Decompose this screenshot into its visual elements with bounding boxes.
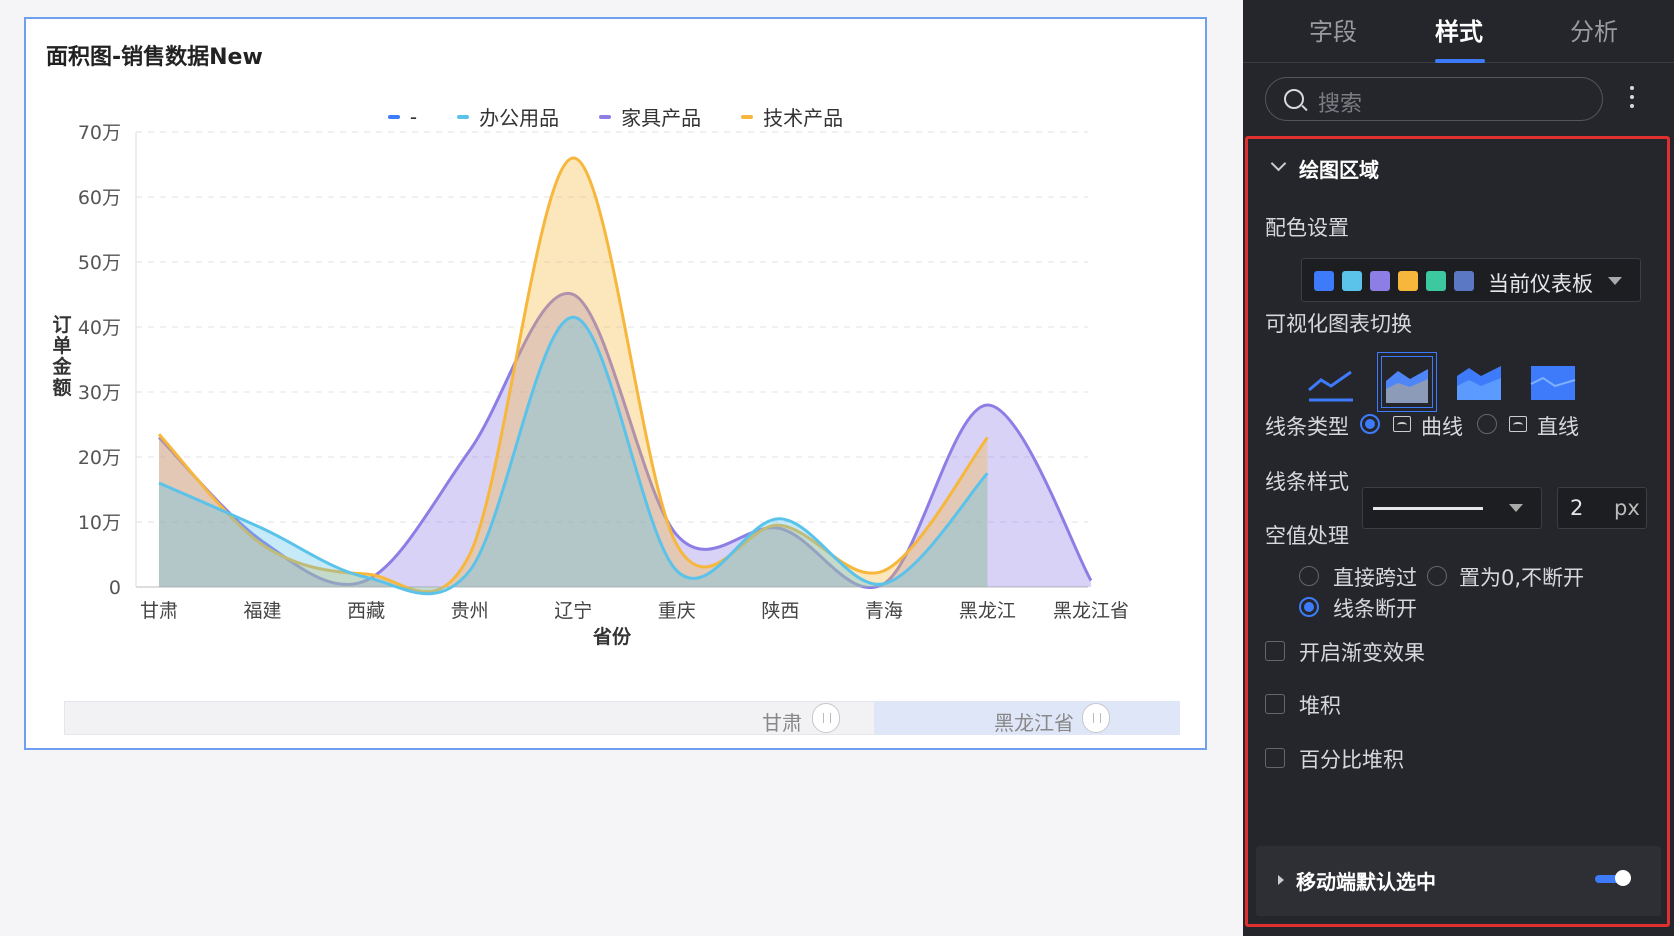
- palette-chip: [1398, 271, 1418, 291]
- section-title[interactable]: 绘图区域: [1299, 154, 1379, 183]
- y-tick-label: 30万: [78, 382, 121, 404]
- palette-name: 当前仪表板: [1488, 272, 1593, 296]
- x-tick-label: 贵州: [451, 600, 489, 622]
- null-break-radio[interactable]: [1299, 597, 1319, 617]
- range-end-label: 黑龙江省: [994, 711, 1074, 735]
- chevron-down-icon[interactable]: [1270, 155, 1287, 172]
- search-input[interactable]: 搜索: [1265, 77, 1603, 121]
- search-placeholder: 搜索: [1318, 92, 1363, 117]
- y-axis-title-char: 订: [52, 314, 71, 336]
- x-tick-label: 辽宁: [554, 600, 592, 622]
- null-break-label: 线条断开: [1333, 597, 1417, 621]
- dropdown-arrow-icon: [1608, 277, 1622, 285]
- x-tick-label: 福建: [244, 600, 282, 622]
- mobile-default-label: 移动端默认选中: [1296, 870, 1436, 894]
- gradient-label: 开启渐变效果: [1299, 641, 1425, 665]
- x-tick-label: 黑龙江: [959, 600, 1016, 622]
- panel-tabs: 字段 样式 分析: [1243, 0, 1674, 63]
- search-icon: [1284, 89, 1304, 109]
- y-tick-label: 60万: [78, 187, 121, 209]
- y-tick-label: 0: [109, 577, 121, 599]
- area-chart: 0 10万 20万 30万 40万 50万 60万 70万甘肃 福建 西藏 贵州 辽宁 重庆 陕西 青海 黑龙…: [51, 122, 1129, 648]
- tab-style[interactable]: 样式: [1435, 12, 1483, 47]
- percent-stack-label: 百分比堆积: [1299, 748, 1404, 772]
- dropdown-arrow-icon: [1509, 504, 1523, 512]
- stack-checkbox[interactable]: [1265, 694, 1285, 714]
- settings-panel: 字段 样式 分析 搜索 绘图区域 配色设置 当前仪表板 可视化图表切换 线条类型…: [1243, 0, 1674, 936]
- curve-label: 曲线: [1421, 415, 1463, 439]
- straight-line-icon: [1509, 416, 1527, 432]
- chart-card[interactable]: 面积图-销售数据New - 办公用品 家具产品 技术产品 0 10万 20万 30万 4…: [24, 17, 1207, 750]
- y-tick-label: 50万: [78, 252, 121, 274]
- mobile-default-row[interactable]: 移动端默认选中: [1256, 846, 1661, 916]
- straight-label: 直线: [1537, 415, 1579, 439]
- null-skip-label: 直接跨过: [1333, 566, 1417, 590]
- x-tick-label: 西藏: [347, 600, 385, 622]
- x-tick-label: 重庆: [658, 600, 696, 622]
- y-tick-label: 70万: [78, 122, 121, 144]
- x-tick-label: 黑龙江省: [1053, 600, 1129, 622]
- palette-chip: [1454, 271, 1474, 291]
- stacked-area-chart-icon[interactable]: [1453, 356, 1505, 408]
- null-zero-radio[interactable]: [1427, 566, 1447, 586]
- palette-select[interactable]: 当前仪表板: [1301, 258, 1641, 302]
- curve-radio[interactable]: [1360, 414, 1380, 434]
- y-tick-label: 20万: [78, 447, 121, 469]
- range-start-handle[interactable]: [812, 703, 840, 733]
- x-axis-title: 省份: [592, 625, 632, 648]
- x-tick-label: 甘肃: [140, 600, 178, 622]
- line-style-select[interactable]: [1362, 487, 1542, 529]
- line-width-unit: px: [1614, 496, 1640, 520]
- straight-radio[interactable]: [1477, 414, 1497, 434]
- active-tab-indicator: [1435, 59, 1485, 63]
- palette-chip: [1426, 271, 1446, 291]
- y-axis-title-char: 单: [52, 334, 71, 357]
- null-skip-radio[interactable]: [1299, 566, 1319, 586]
- null-handling-label: 空值处理: [1265, 524, 1349, 548]
- y-tick-label: 10万: [78, 512, 121, 534]
- palette-chip: [1314, 271, 1334, 291]
- color-settings-label: 配色设置: [1265, 216, 1349, 240]
- palette-chip: [1342, 271, 1362, 291]
- tab-fields[interactable]: 字段: [1309, 12, 1357, 47]
- x-tick-label: 青海: [865, 600, 903, 622]
- range-start-label: 甘肃: [762, 711, 802, 735]
- y-tick-label: 40万: [78, 317, 121, 339]
- y-axis-title-char: 额: [52, 376, 71, 399]
- caret-right-icon: [1278, 875, 1284, 885]
- line-width-input[interactable]: 2 px: [1557, 487, 1647, 529]
- line-chart-icon[interactable]: [1305, 356, 1357, 408]
- range-end-handle[interactable]: [1082, 703, 1110, 733]
- curve-line-icon: [1393, 416, 1411, 432]
- null-zero-label: 置为0,不断开: [1459, 566, 1585, 590]
- stack-label: 堆积: [1299, 694, 1341, 718]
- tab-analysis[interactable]: 分析: [1570, 12, 1618, 47]
- percent-stack-checkbox[interactable]: [1265, 748, 1285, 768]
- more-options-icon[interactable]: [1629, 86, 1635, 112]
- mobile-default-toggle[interactable]: [1595, 870, 1631, 888]
- x-tick-label: 陕西: [761, 600, 799, 622]
- gradient-checkbox[interactable]: [1265, 641, 1285, 661]
- line-width-value: 2: [1570, 496, 1584, 520]
- palette-chip: [1370, 271, 1390, 291]
- percent-area-chart-icon[interactable]: [1527, 356, 1579, 408]
- line-style-sample: [1373, 507, 1483, 510]
- app-root: 面积图-销售数据New - 办公用品 家具产品 技术产品 0 10万 20万 30万 4…: [0, 0, 1674, 936]
- y-axis-title-char: 金: [51, 355, 72, 378]
- area-fill-0: [159, 317, 988, 594]
- area-chart-icon[interactable]: [1377, 352, 1437, 412]
- line-type-label: 线条类型: [1265, 415, 1349, 439]
- line-style-label: 线条样式: [1265, 470, 1349, 494]
- toggle-knob: [1615, 870, 1631, 886]
- chart-switch-label: 可视化图表切换: [1265, 312, 1412, 336]
